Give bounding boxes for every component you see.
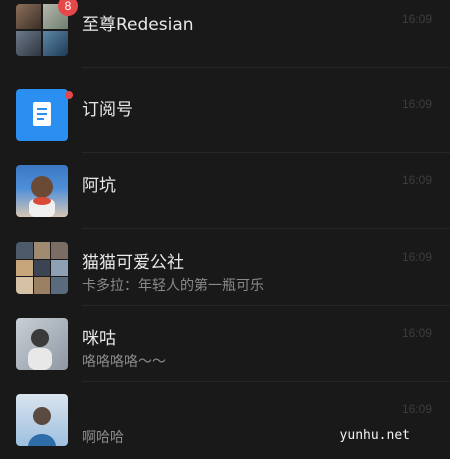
member-photo	[43, 31, 68, 56]
chat-title: 至尊Redesian	[82, 15, 194, 35]
chat-preview: 啊哈哈	[82, 430, 124, 446]
member-photo	[16, 4, 41, 29]
unread-count-badge: 8	[58, 0, 78, 16]
member-photo	[51, 259, 68, 277]
chat-row-group[interactable]: 8 至尊Redesian 16:09	[0, 0, 450, 68]
chat-title: 咪咕	[82, 329, 116, 349]
chat-row-contact[interactable]: 阿坑 16:09	[0, 153, 450, 229]
member-photo	[16, 259, 33, 277]
divider	[82, 228, 450, 229]
chat-title: 订阅号	[82, 100, 133, 120]
member-photo	[51, 277, 68, 294]
chat-row-subscription[interactable]: 订阅号 16:09	[0, 77, 450, 153]
member-photo	[16, 277, 33, 294]
chat-title: 猫猫可爱公社	[82, 253, 184, 273]
chat-row-contact[interactable]: 啊哈哈 16:09	[0, 382, 450, 458]
chat-time: 16:09	[401, 173, 432, 187]
member-photo	[16, 242, 33, 259]
divider	[82, 67, 450, 68]
chat-row-group-cats[interactable]: 猫猫可爱公社 卡多拉：年轻人的第一瓶可乐 16:09	[0, 230, 450, 306]
chat-list: 8 至尊Redesian 16:09 订阅号 16:09 阿坑 16:09 猫猫…	[0, 0, 450, 459]
watermark-text: yunhu.net	[339, 428, 410, 443]
unread-dot	[65, 91, 73, 99]
chat-time: 16:09	[401, 326, 432, 340]
group-avatar	[16, 242, 68, 294]
member-photo	[51, 242, 68, 259]
chat-time: 16:09	[401, 250, 432, 264]
chat-row-contact[interactable]: 咪咕 咯咯咯咯～～ 16:09	[0, 306, 450, 382]
document-icon	[16, 89, 68, 141]
member-photo	[33, 259, 51, 277]
chat-preview: 咯咯咯咯～～	[82, 354, 166, 370]
chat-time: 16:09	[401, 97, 432, 111]
member-photo	[33, 277, 51, 294]
contact-avatar	[16, 165, 68, 217]
contact-avatar	[16, 394, 68, 446]
chat-title: 阿坑	[82, 176, 116, 196]
contact-avatar	[16, 318, 68, 370]
chat-time: 16:09	[401, 402, 432, 416]
chat-time: 16:09	[401, 12, 432, 26]
chat-preview: 卡多拉：年轻人的第一瓶可乐	[82, 278, 264, 294]
member-photo	[33, 242, 51, 259]
member-photo	[16, 31, 41, 56]
